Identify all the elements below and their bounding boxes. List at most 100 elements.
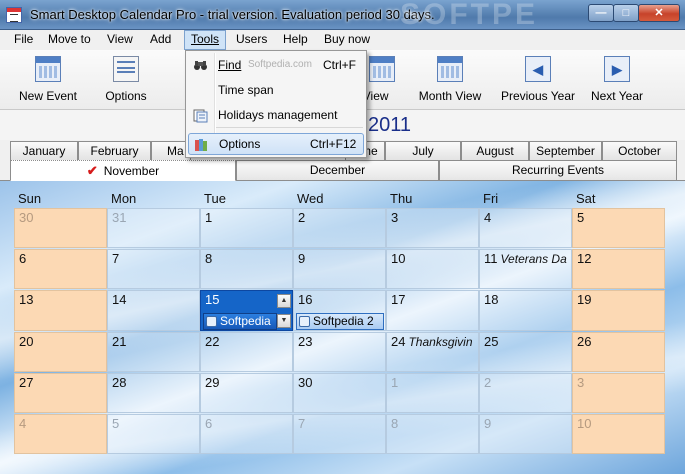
day-cell[interactable]: 7 <box>293 414 386 454</box>
menu-item-options[interactable]: Options Ctrl+F12 <box>188 133 364 155</box>
day-cell[interactable]: 30 <box>293 373 386 413</box>
tab-august[interactable]: August <box>461 141 529 160</box>
options-menu-icon <box>194 137 209 152</box>
day-cell[interactable]: 1 <box>386 373 479 413</box>
tools-menu: Find Softpedia.com Ctrl+F Time span Holi… <box>185 50 367 158</box>
menu-users[interactable]: Users <box>230 30 273 50</box>
event-title: Softpedia <box>220 314 271 328</box>
day-cell[interactable]: 17 <box>386 290 479 331</box>
day-cell[interactable]: 8 <box>200 249 293 289</box>
menu-move-to[interactable]: Move to <box>42 30 97 50</box>
tab-february[interactable]: February <box>78 141 151 160</box>
day-number: 9 <box>298 251 306 266</box>
new-event-button[interactable]: New Event <box>14 50 82 108</box>
day-cell[interactable]: 22 <box>200 332 293 372</box>
day-cell[interactable]: 23 <box>293 332 386 372</box>
day-cell[interactable]: 25 <box>479 332 572 372</box>
options-menu-label: Options <box>219 137 261 151</box>
day-number: 4 <box>484 210 492 225</box>
minimize-button[interactable]: — <box>588 4 614 22</box>
tab-september[interactable]: September <box>529 141 602 160</box>
day-cell[interactable]: 18 <box>479 290 572 331</box>
day-cell[interactable]: 9 <box>293 249 386 289</box>
day-cell[interactable]: 27 <box>14 373 107 413</box>
day-cell[interactable]: 21 <box>107 332 200 372</box>
day-number: 14 <box>112 292 127 307</box>
event-scroll-up-button[interactable]: ▲ <box>277 294 291 308</box>
day-cell[interactable]: 19 <box>572 290 665 331</box>
event-scroll-down-button[interactable]: ▼ <box>277 314 291 328</box>
maximize-button[interactable]: □ <box>613 4 639 22</box>
clock-icon <box>299 316 310 327</box>
day-cell[interactable]: 28 <box>107 373 200 413</box>
menu-item-holidays[interactable]: Holidays management <box>188 105 364 127</box>
day-number-value: 24 <box>391 334 406 349</box>
menu-tools[interactable]: Tools <box>184 30 227 50</box>
holiday-label: Veterans Da <box>500 252 567 266</box>
day-cell[interactable]: 31 <box>107 208 200 248</box>
day-cell[interactable]: 2 <box>293 208 386 248</box>
day-cell[interactable]: 12 <box>572 249 665 289</box>
weekday-header: Sun <box>18 191 42 206</box>
day-cell[interactable]: 4 <box>14 414 107 454</box>
weekday-header: Tue <box>204 191 226 206</box>
menu-buy-now[interactable]: Buy now <box>318 30 376 50</box>
day-cell[interactable]: 29 <box>200 373 293 413</box>
day-number: 5 <box>577 210 585 225</box>
tab-recurring-events[interactable]: Recurring Events <box>439 160 677 181</box>
day-cell[interactable]: 6 <box>14 249 107 289</box>
next-year-button[interactable]: ▶ Next Year <box>586 50 648 108</box>
day-cell[interactable]: 6 <box>200 414 293 454</box>
tab-july[interactable]: July <box>385 141 461 160</box>
tab-october[interactable]: October <box>602 141 677 160</box>
day-number: 1 <box>391 375 399 390</box>
day-number: 29 <box>205 375 220 390</box>
menu-item-time-span[interactable]: Time span <box>188 80 364 102</box>
day-cell[interactable]: 3 <box>572 373 665 413</box>
day-cell[interactable]: 30 <box>14 208 107 248</box>
options-button[interactable]: Options <box>96 50 156 108</box>
close-button[interactable]: ✕ <box>638 4 680 22</box>
tab-january[interactable]: January <box>10 141 78 160</box>
time-span-label: Time span <box>218 83 274 97</box>
menu-add[interactable]: Add <box>144 30 177 50</box>
holidays-label: Holidays management <box>218 108 338 122</box>
options-shortcut: Ctrl+F12 <box>310 137 357 151</box>
month-view-button[interactable]: Month View <box>418 50 482 108</box>
month-tabs-row-2: ✔ November December Recurring Events <box>0 160 685 181</box>
event-title: Softpedia 2 <box>313 314 374 328</box>
day-cell[interactable]: 11 Veterans Da <box>479 249 572 289</box>
day-cell-selected[interactable]: 15 ▲ Softpedia ▼ <box>200 290 293 331</box>
previous-year-button[interactable]: ◀ Previous Year <box>500 50 576 108</box>
day-cell[interactable]: 16 Softpedia 2 <box>293 290 386 331</box>
options-icon <box>113 56 139 82</box>
day-cell[interactable]: 5 <box>572 208 665 248</box>
weekday-header: Fri <box>483 191 499 206</box>
day-cell[interactable]: 26 <box>572 332 665 372</box>
menu-item-find[interactable]: Find Softpedia.com Ctrl+F <box>188 55 364 77</box>
day-cell[interactable]: 13 <box>14 290 107 331</box>
day-cell[interactable]: 7 <box>107 249 200 289</box>
tab-december[interactable]: December <box>236 160 439 181</box>
day-cell[interactable]: 10 <box>386 249 479 289</box>
day-cell[interactable]: 4 <box>479 208 572 248</box>
menu-view[interactable]: View <box>101 30 139 50</box>
day-cell[interactable]: 1 <box>200 208 293 248</box>
day-cell[interactable]: 3 <box>386 208 479 248</box>
tab-november[interactable]: ✔ November <box>10 160 236 181</box>
event-item[interactable]: Softpedia 2 <box>296 313 384 330</box>
day-number: 6 <box>205 416 213 431</box>
next-year-label: Next Year <box>590 89 644 103</box>
day-cell[interactable]: 9 <box>479 414 572 454</box>
menu-file[interactable]: File <box>8 30 39 50</box>
day-cell[interactable]: 5 <box>107 414 200 454</box>
year-label: 2011 <box>368 114 412 136</box>
day-cell[interactable]: 10 <box>572 414 665 454</box>
day-cell[interactable]: 14 <box>107 290 200 331</box>
day-cell[interactable]: 20 <box>14 332 107 372</box>
menu-help[interactable]: Help <box>277 30 314 50</box>
event-item[interactable]: Softpedia <box>203 313 277 330</box>
day-cell[interactable]: 8 <box>386 414 479 454</box>
day-cell[interactable]: 24 Thanksgivin <box>386 332 479 372</box>
day-cell[interactable]: 2 <box>479 373 572 413</box>
